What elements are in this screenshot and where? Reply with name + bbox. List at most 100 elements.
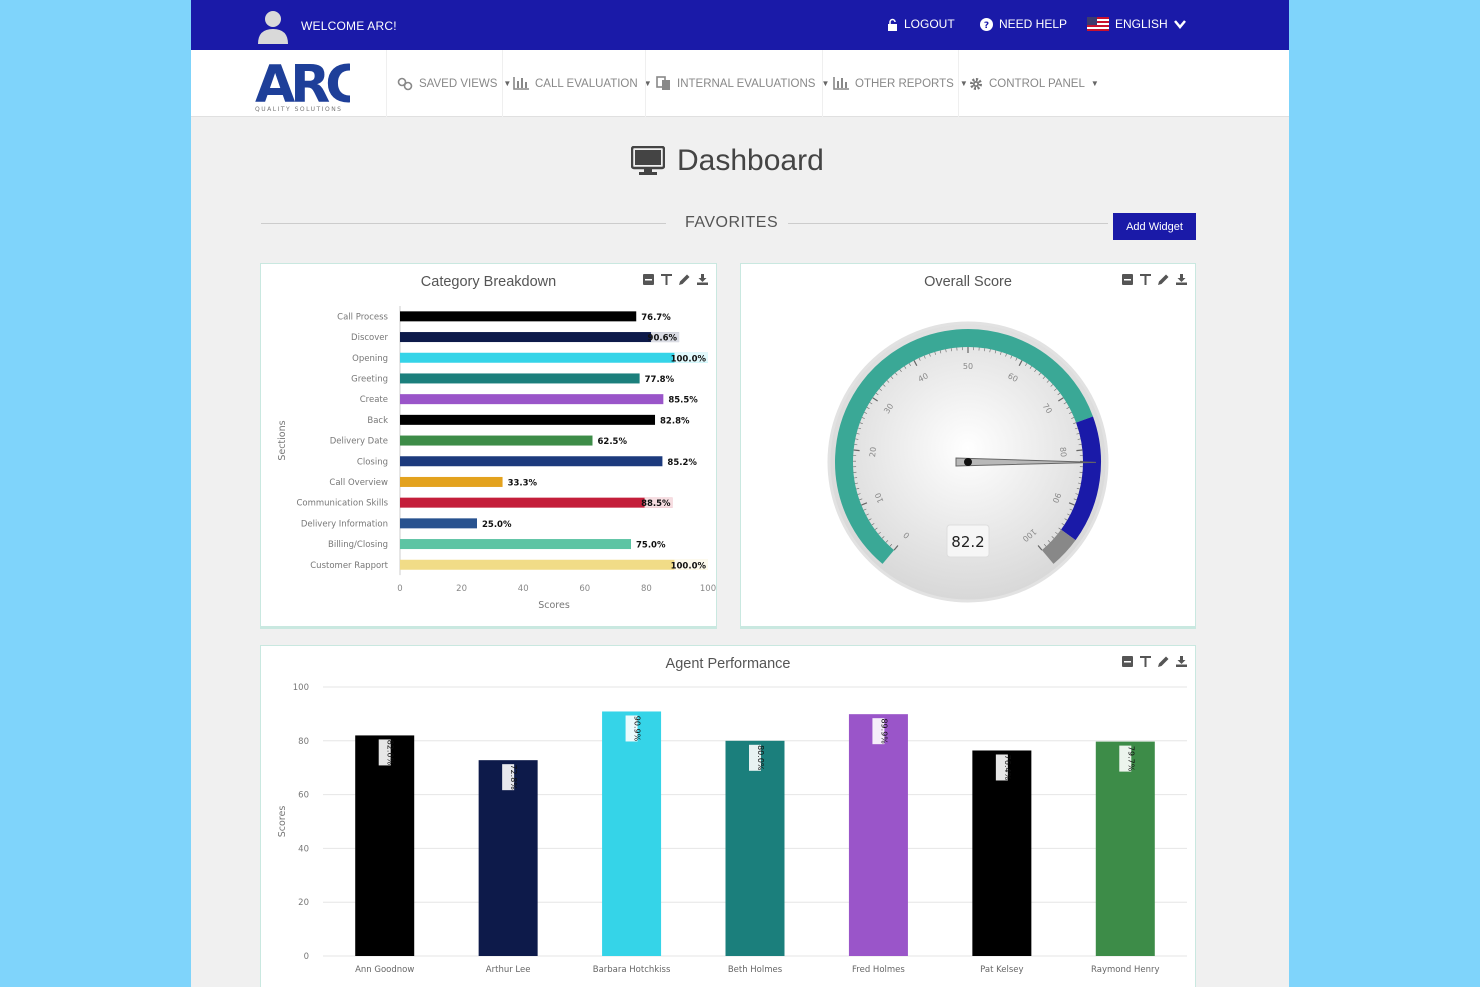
download-icon[interactable] — [1176, 656, 1187, 667]
nav-control-panel[interactable]: CONTROL PANEL ▼ — [958, 50, 1099, 117]
nav-saved-views[interactable]: SAVED VIEWS ▼ — [386, 50, 511, 117]
download-icon[interactable] — [1176, 274, 1187, 285]
category-bar — [400, 497, 673, 508]
category-bar — [400, 373, 640, 384]
data-label: 33.3% — [508, 478, 538, 488]
data-label: 82.8% — [660, 416, 690, 426]
gauge-tick — [853, 449, 860, 452]
agent-performance-chart: 0 20 40 60 80 100 Scores 82.0% Ann Goodnow 72.8% A… — [277, 683, 1187, 975]
agent-bar — [1095, 741, 1155, 956]
filter-icon[interactable] — [661, 274, 672, 285]
data-label: 89.9% — [879, 718, 888, 744]
y-tick-label: 20 — [298, 898, 309, 908]
arc-logo[interactable]: ARC QUALITY SOLUTIONS — [255, 55, 365, 115]
category-bar — [400, 435, 593, 446]
nav-other-reports-label: OTHER REPORTS — [855, 77, 954, 90]
divider-right — [788, 223, 1108, 224]
top-bar: WELCOME ARC! LOGOUT ? NEED HELP ENGLISH — [191, 0, 1289, 50]
data-label: 90.6% — [648, 334, 678, 344]
filter-icon[interactable] — [1140, 274, 1151, 285]
category-label: Closing — [357, 457, 388, 467]
edit-icon[interactable] — [679, 274, 690, 285]
nav-other-reports[interactable]: OTHER REPORTS ▼ — [822, 50, 968, 117]
y-tick-label: 40 — [298, 844, 309, 854]
minimize-icon[interactable] — [1122, 274, 1133, 285]
divider-left — [261, 223, 666, 224]
y-tick-label: 80 — [298, 737, 309, 747]
data-label: 75.0% — [636, 541, 666, 551]
minimize-icon[interactable] — [1122, 656, 1133, 667]
welcome-text: WELCOME ARC! — [301, 19, 397, 33]
bar-chart-icon — [513, 77, 529, 90]
gauge-tick-label: 80 — [1058, 446, 1068, 457]
y-tick-label: 0 — [304, 952, 309, 962]
category-breakdown-chart: 0 20 40 60 80 100 Call Process 76.7% Discover 90.… — [277, 306, 716, 611]
category-bar — [400, 476, 503, 487]
category-label: Back — [367, 416, 388, 426]
y-axis-title: Scores — [277, 806, 288, 838]
category-bar — [400, 332, 680, 343]
y-tick-label: 100 — [293, 683, 309, 693]
data-label: 88.5% — [641, 499, 671, 509]
nav-call-evaluation-label: CALL EVALUATION — [535, 77, 638, 90]
x-tick-label: Fred Holmes — [852, 965, 905, 975]
category-bar — [400, 539, 631, 550]
need-help-link[interactable]: ? NEED HELP — [980, 17, 1067, 31]
x-tick-label: Ann Goodnow — [355, 965, 414, 975]
nav-saved-views-label: SAVED VIEWS — [419, 77, 498, 90]
x-tick-label: 100 — [700, 584, 716, 594]
question-icon: ? — [980, 17, 993, 31]
x-tick-label: 60 — [579, 584, 590, 594]
data-label: 25.0% — [482, 520, 512, 530]
app-window: WELCOME ARC! LOGOUT ? NEED HELP ENGLISH … — [191, 0, 1289, 987]
category-bar — [400, 559, 708, 570]
data-label: 62.5% — [598, 437, 628, 447]
need-help-label: NEED HELP — [999, 17, 1068, 31]
logout-label: LOGOUT — [904, 17, 955, 31]
filter-icon[interactable] — [1140, 656, 1151, 667]
bar-chart-icon — [833, 77, 849, 90]
y-axis-title: Sections — [277, 420, 288, 460]
language-select[interactable]: ENGLISH — [1087, 17, 1186, 31]
category-label: Opening — [352, 354, 388, 364]
edit-icon[interactable] — [1158, 656, 1169, 667]
logout-link[interactable]: LOGOUT — [887, 17, 955, 31]
y-tick-label: 60 — [298, 791, 309, 801]
data-label: 72.8% — [509, 764, 518, 790]
widget-toolbar — [1122, 656, 1187, 667]
x-tick-label: 0 — [397, 584, 402, 594]
page-title-text: Dashboard — [677, 144, 824, 177]
agent-bar — [848, 714, 908, 956]
category-label: Discover — [351, 333, 388, 343]
data-label: 76.4% — [1003, 755, 1012, 781]
gauge-tick-label: 50 — [963, 362, 973, 371]
minimize-icon[interactable] — [643, 274, 654, 285]
x-tick-label: 20 — [456, 584, 467, 594]
nav-internal-evaluations[interactable]: INTERNAL EVALUATIONS ▼ — [645, 50, 829, 117]
data-label: 76.7% — [641, 313, 671, 323]
us-flag-icon — [1087, 17, 1109, 31]
category-label: Call Overview — [329, 478, 388, 488]
download-icon[interactable] — [697, 274, 708, 285]
gauge-needle-pivot — [964, 458, 972, 466]
x-tick-label: Arthur Lee — [486, 965, 531, 975]
nav-call-evaluation[interactable]: CALL EVALUATION ▼ — [502, 50, 652, 117]
arc-logo-mark: ARC QUALITY SOLUTIONS — [255, 55, 365, 115]
gauge-tick — [1076, 449, 1083, 452]
category-bar — [400, 456, 663, 467]
category-label: Delivery Date — [330, 437, 388, 447]
category-label: Customer Rapport — [310, 561, 388, 571]
overall-score-gauge: 010203040506070809010082.2 — [827, 321, 1109, 603]
category-breakdown-widget: Category Breakdown 0 20 40 60 80 100 Call Proc… — [260, 263, 717, 629]
overall-score-widget: Overall Score 0 10 20 30 40 50 60 70 80 90 100 82.2 — [740, 263, 1196, 629]
add-widget-button[interactable]: Add Widget — [1113, 213, 1196, 240]
page-title: Dashboard — [631, 144, 824, 178]
agent-bar — [972, 750, 1032, 956]
nav-internal-evaluations-label: INTERNAL EVALUATIONS — [677, 77, 816, 90]
agent-bar — [602, 711, 662, 956]
edit-icon[interactable] — [1158, 274, 1169, 285]
gauge-tick-label: 20 — [868, 446, 878, 457]
user-avatar-icon[interactable] — [257, 8, 289, 44]
x-tick-label: Pat Kelsey — [980, 965, 1023, 975]
x-tick-label: 40 — [518, 584, 529, 594]
